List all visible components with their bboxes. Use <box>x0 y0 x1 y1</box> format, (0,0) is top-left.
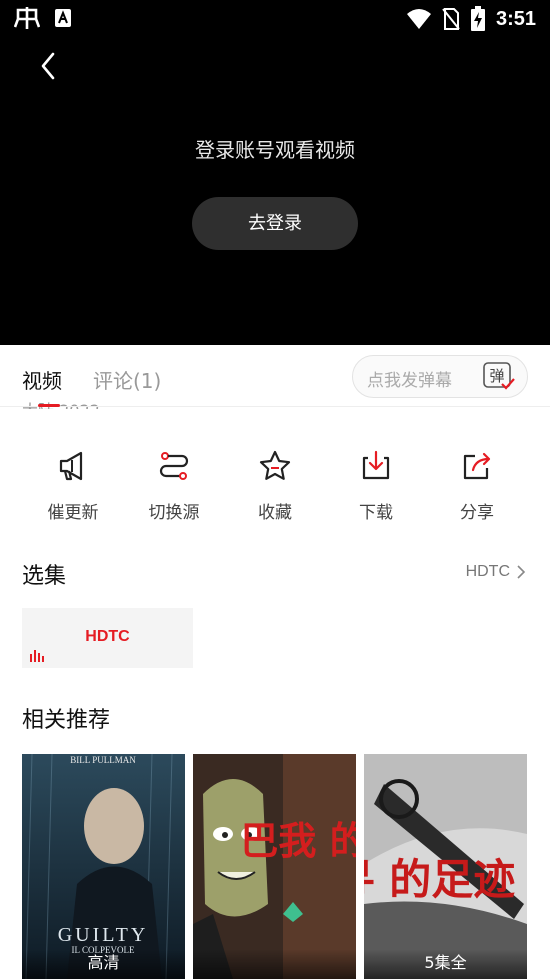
recommend-card[interactable]: 寻 的足迹 5集全 <box>364 754 527 979</box>
login-button[interactable]: 去登录 <box>192 197 358 250</box>
poster-caption <box>193 949 356 979</box>
megaphone-icon <box>59 451 83 481</box>
app-notification-icon <box>14 7 40 29</box>
danmu-placeholder: 点我发弹幕 <box>367 371 452 391</box>
back-arrow-icon[interactable] <box>34 50 64 82</box>
action-label: 催更新 <box>47 503 99 523</box>
star-icon <box>259 450 291 480</box>
action-label: 下载 <box>359 503 393 523</box>
tab-video[interactable]: 视频 <box>22 365 62 394</box>
share-button[interactable]: 分享 <box>427 448 527 523</box>
login-prompt-text: 登录账号观看视频 <box>195 138 355 162</box>
action-label: 收藏 <box>258 503 292 523</box>
poster-image: 寻 的足迹 <box>364 754 527 979</box>
switch-source-button[interactable]: 切换源 <box>124 448 224 523</box>
poster-text: BILL PULLMAN <box>70 755 136 765</box>
poster-caption: 5集全 <box>364 949 527 979</box>
danmu-input[interactable]: 点我发弹幕 弹 <box>352 355 528 398</box>
poster-text: GUILTY <box>58 924 149 946</box>
recommend-title: 相关推荐 <box>22 708 111 733</box>
wifi-icon <box>406 9 431 29</box>
episodes-more-link[interactable]: HDTC <box>466 563 526 581</box>
poster-image: 巴我 的头 <box>193 754 356 979</box>
episode-label: HDTC <box>85 628 130 645</box>
download-icon <box>362 450 390 480</box>
switch-source-icon <box>159 452 189 480</box>
danmu-icon-char: 弹 <box>489 367 504 385</box>
no-sim-icon <box>442 8 460 30</box>
poster-image: BILL PULLMAN GUILTY IL COLPEVOLE <box>22 754 185 979</box>
danmu-toggle-icon[interactable]: 弹 <box>483 362 515 392</box>
poster-text: 寻 的足迹 <box>364 855 515 904</box>
poster-caption: 高清 <box>22 949 185 979</box>
action-row: 催更新 切换源 收藏 下载 分享 <box>0 448 550 528</box>
chevron-right-icon <box>517 565 526 579</box>
accessibility-notification-icon <box>55 9 71 27</box>
download-button[interactable]: 下载 <box>326 448 426 523</box>
tab-comments[interactable]: 评论(1) <box>93 365 161 394</box>
recommend-card[interactable]: BILL PULLMAN GUILTY IL COLPEVOLE 高清 <box>22 754 185 979</box>
battery-charging-icon <box>470 6 485 31</box>
action-label: 分享 <box>460 503 494 523</box>
clock: 3:51 <box>495 7 536 30</box>
episode-item[interactable]: HDTC <box>22 608 193 668</box>
action-label: 切换源 <box>148 503 200 523</box>
share-icon <box>463 452 491 480</box>
video-player[interactable]: 3:51 登录账号观看视频 去登录 <box>0 0 550 345</box>
status-bar: 3:51 <box>0 0 550 40</box>
recommend-list: BILL PULLMAN GUILTY IL COLPEVOLE 高清 巴我 的… <box>22 754 528 979</box>
active-tab-indicator <box>38 404 60 407</box>
playing-bars-icon <box>30 650 44 662</box>
episodes-more-label: HDTC <box>465 563 510 580</box>
favorite-button[interactable]: 收藏 <box>225 448 325 523</box>
episodes-title: 选集 <box>22 564 67 589</box>
recommend-card[interactable]: 巴我 的头 <box>193 754 356 979</box>
poster-text: 巴我 的头 <box>240 819 356 863</box>
request-update-button[interactable]: 催更新 <box>23 448 123 523</box>
